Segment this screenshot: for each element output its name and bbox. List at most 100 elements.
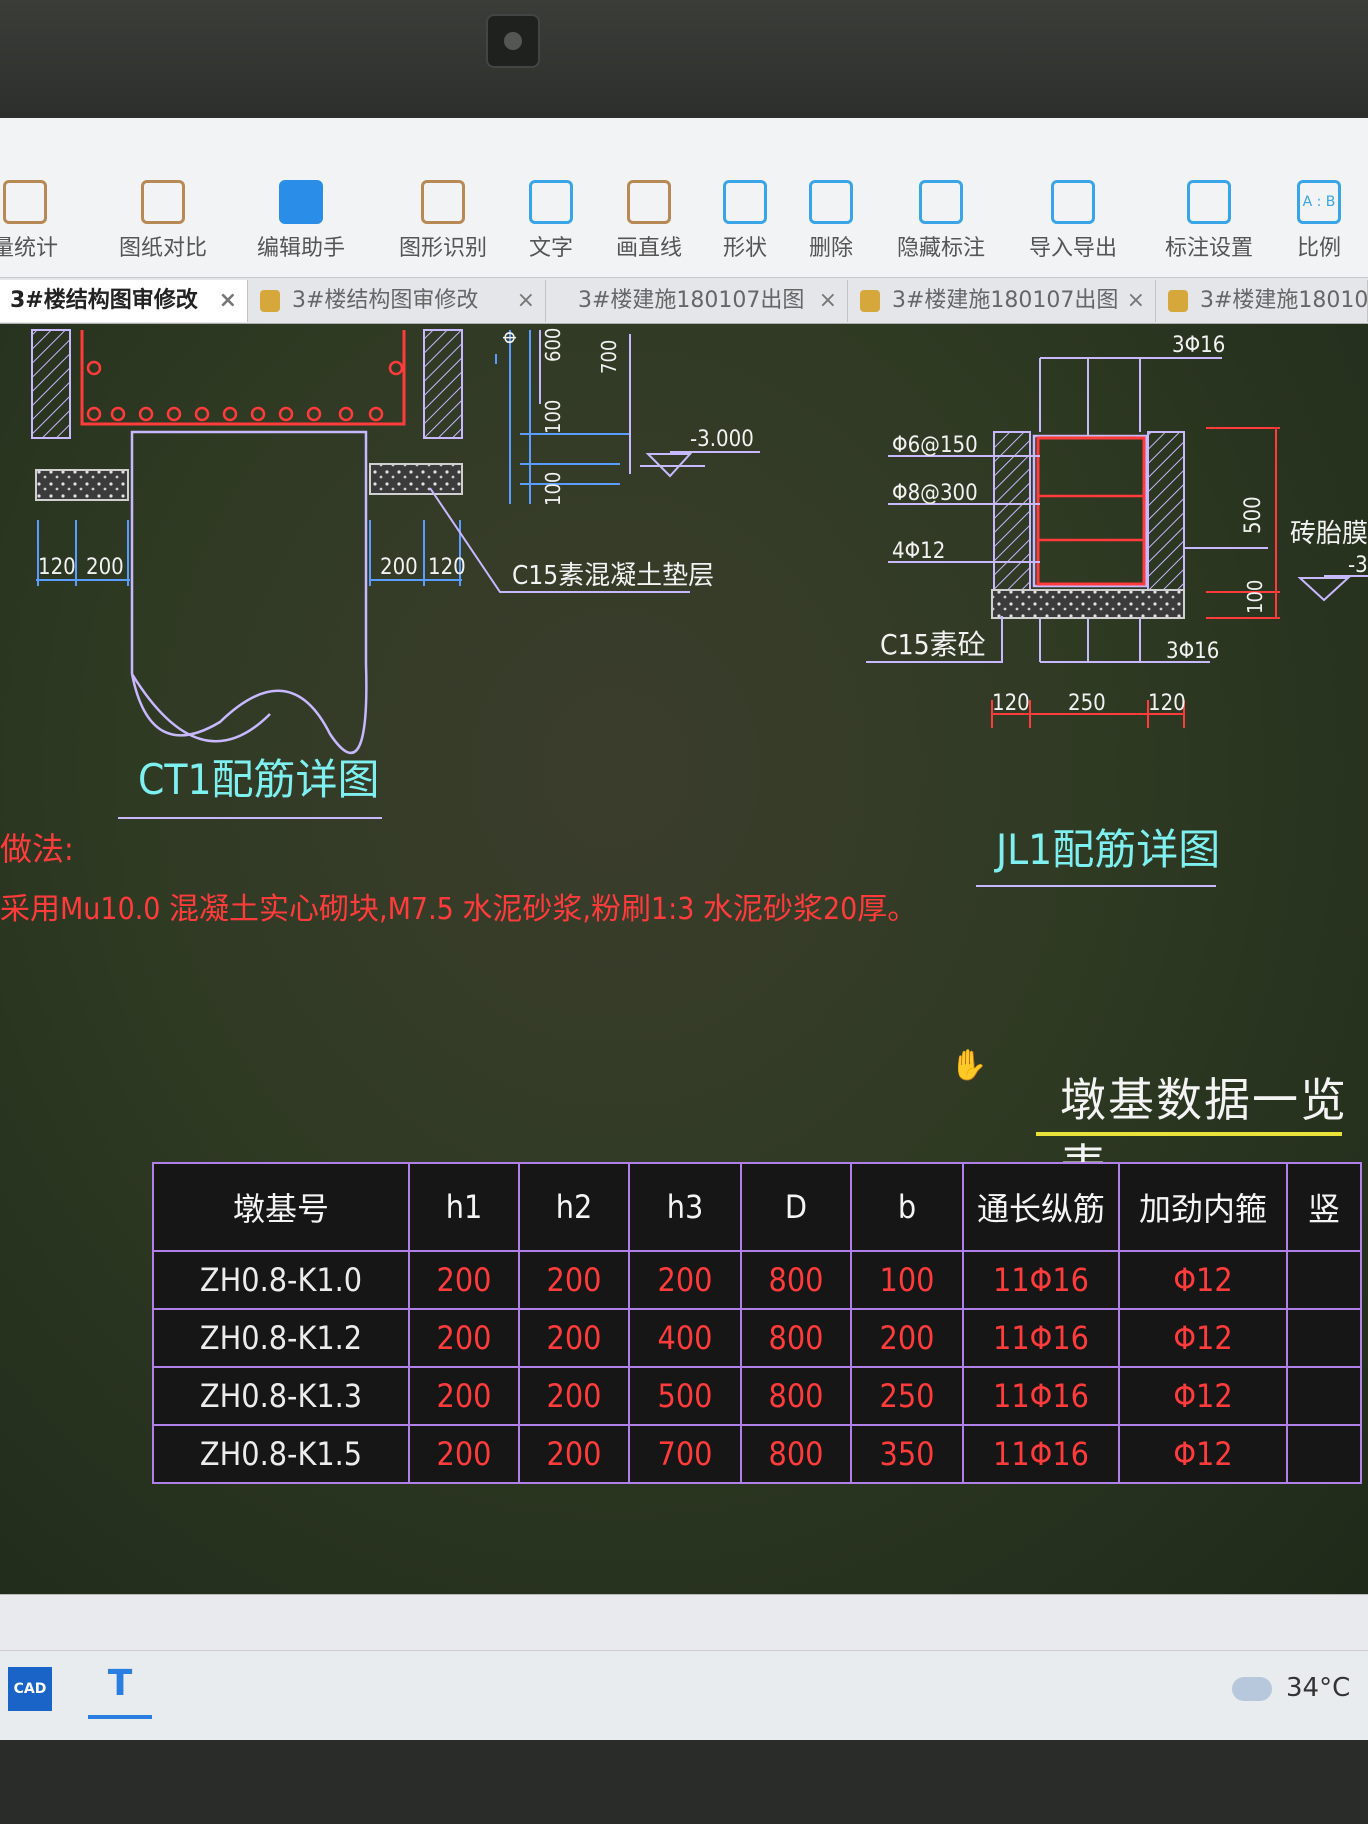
cell: Φ12 (1118, 1424, 1288, 1484)
taskbar-cad-app[interactable]: CAD (8, 1667, 52, 1711)
tool-scale[interactable]: A : B 比例 (1264, 180, 1368, 262)
doc-tab-5[interactable]: 3#楼建施180107 (1158, 280, 1368, 322)
doc-tab-1[interactable]: 3#楼结构图审修改 × (0, 280, 248, 322)
tab-label: 3#楼结构图审修改 (292, 288, 479, 313)
tool-text[interactable]: 文字 (496, 180, 606, 262)
cell: 11Φ16 (962, 1308, 1120, 1368)
ct1-dim-200b: 200 (380, 555, 418, 580)
jl1-inner-stirrup (1036, 494, 1146, 542)
tool-label: 画直线 (615, 236, 682, 261)
jl1-elev-partial: -3 (1348, 553, 1368, 578)
cell: 800 (740, 1250, 852, 1310)
jl1-right-wall-hatch (1147, 431, 1185, 591)
scale-icon: A : B (1297, 180, 1341, 224)
ct1-dim-100a: 100 (541, 400, 565, 434)
ct1-left-wall-hatch (31, 329, 71, 439)
cell: 400 (628, 1308, 742, 1368)
tool-annotation-settings[interactable]: 标注设置 (1154, 180, 1264, 262)
jl1-bottom-bar: 3Φ16 (1166, 639, 1219, 664)
jl1-dim-120a: 120 (992, 691, 1030, 716)
ct1-dim-100b: 100 (541, 472, 565, 506)
tool-hide-annotation[interactable]: 隐藏标注 (886, 180, 996, 262)
laptop-bezel-top (0, 0, 1368, 118)
cell: 800 (740, 1366, 852, 1426)
screen: 量统计 图纸对比 编辑助手 图形识别 文字 画直线 形状 删除 隐藏标注 导入导… (0, 118, 1368, 1740)
pier-data-table: 墩基号 h1 h2 h3 D b 通长纵筋 加劲内箍 竖 ZH0.8-K1.0 … (152, 1162, 1362, 1484)
close-icon[interactable]: × (219, 280, 237, 322)
jl1-dim-120b: 120 (1148, 691, 1186, 716)
text-icon (529, 180, 573, 224)
jl1-top-bar: 3Φ16 (1172, 333, 1225, 358)
close-icon[interactable]: × (819, 280, 837, 322)
cell: 200 (408, 1366, 520, 1426)
cell: 250 (850, 1366, 964, 1426)
table-row: ZH0.8-K1.5 200 200 700 800 350 11Φ16 Φ12 (152, 1424, 1362, 1484)
jl1-beam-outline (1032, 434, 1148, 588)
tab-label: 3#楼建施180107 (1200, 288, 1368, 313)
jl1-dim-base: 100 (1243, 580, 1267, 614)
ct1-rebar-outline (80, 330, 406, 426)
note-heading: 做法: (0, 830, 74, 868)
cell: 11Φ16 (962, 1250, 1120, 1310)
cell: 800 (740, 1308, 852, 1368)
col-header: 加劲内箍 (1118, 1162, 1288, 1252)
document-tab-bar: 3#楼结构图审修改 × 3#楼结构图审修改 × 3#楼建施180107出图 × 3#楼… (0, 278, 1368, 324)
col-header: 通长纵筋 (962, 1162, 1120, 1252)
ct1-right-cushion (369, 463, 463, 495)
tool-draw-line[interactable]: 画直线 (594, 180, 704, 262)
tool-shape-recognition[interactable]: 图形识别 (388, 180, 498, 262)
tool-label: 文字 (528, 236, 573, 261)
shape-recognize-icon (421, 180, 465, 224)
doc-tab-4[interactable]: 3#楼建施180107出图 × (850, 280, 1156, 322)
tool-label: 删除 (808, 236, 853, 261)
jl1-dim-250: 250 (1068, 691, 1106, 716)
jl1-wall-label: 砖胎膜 (1290, 519, 1368, 549)
tab-label: 3#楼结构图审修改 (10, 288, 198, 313)
close-icon[interactable]: × (517, 280, 535, 322)
tool-label: 量统计 (0, 236, 58, 261)
cad-canvas[interactable]: 120 200 200 120 600 700 100 100 Φ -3.000… (0, 324, 1368, 1594)
eraser-icon (809, 180, 853, 224)
cell-pier-code: ZH0.8-K1.5 (152, 1424, 410, 1484)
import-export-icon (1051, 180, 1095, 224)
ct1-right-wall-hatch (423, 329, 463, 439)
cell: Φ12 (1118, 1250, 1288, 1310)
tool-label: 标注设置 (1164, 236, 1253, 261)
doc-tab-3[interactable]: 3#楼建施180107出图 × (548, 280, 848, 322)
cell (1286, 1366, 1362, 1426)
tool-import-export[interactable]: 导入导出 (1018, 180, 1128, 262)
tool-quantity-stats[interactable]: 量统计 (0, 180, 80, 262)
cell: 200 (518, 1424, 630, 1484)
taskbar-t-app[interactable]: T (88, 1663, 152, 1719)
col-header: b (850, 1162, 964, 1252)
hand-cursor-icon: ✋ (950, 1048, 988, 1083)
ct1-phi-partial: Φ (500, 331, 521, 344)
col-header: 墩基号 (152, 1162, 410, 1252)
line-icon (627, 180, 671, 224)
doc-tab-2[interactable]: 3#楼结构图审修改 × (250, 280, 546, 322)
ribbon-toolbar: 量统计 图纸对比 编辑助手 图形识别 文字 画直线 形状 删除 隐藏标注 导入导… (0, 118, 1368, 278)
cell: 100 (850, 1250, 964, 1310)
cell: 200 (408, 1308, 520, 1368)
close-icon[interactable]: × (1127, 280, 1145, 322)
ct1-dim-120b: 120 (428, 555, 466, 580)
jl1-title: JL1配筋详图 (994, 825, 1220, 874)
webcam-lens (504, 32, 522, 50)
shape-icon (723, 180, 767, 224)
tool-drawing-compare[interactable]: 图纸对比 (108, 180, 218, 262)
annotation-settings-icon (1187, 180, 1231, 224)
table-row: ZH0.8-K1.2 200 200 400 800 200 11Φ16 Φ12 (152, 1308, 1362, 1368)
jl1-detail: 3Φ16 3Φ16 Φ6@150 Φ8@300 4Φ12 C15素砼 500 1… (866, 333, 1368, 887)
jl1-stirrup (1036, 436, 1146, 586)
temperature: 34°C (1286, 1673, 1351, 1703)
webcam-icon (486, 14, 540, 68)
tab-label: 3#楼建施180107出图 (578, 288, 805, 313)
jl1-cushion (991, 589, 1185, 619)
tool-delete[interactable]: 删除 (776, 180, 886, 262)
tool-label: 导入导出 (1028, 236, 1117, 261)
tool-edit-assistant[interactable]: 编辑助手 (246, 180, 356, 262)
jl1-stirrup-2: Φ8@300 (892, 481, 978, 506)
cell: 200 (518, 1308, 630, 1368)
tool-label: 编辑助手 (256, 236, 345, 261)
ct1-dim-200a: 200 (86, 555, 124, 580)
